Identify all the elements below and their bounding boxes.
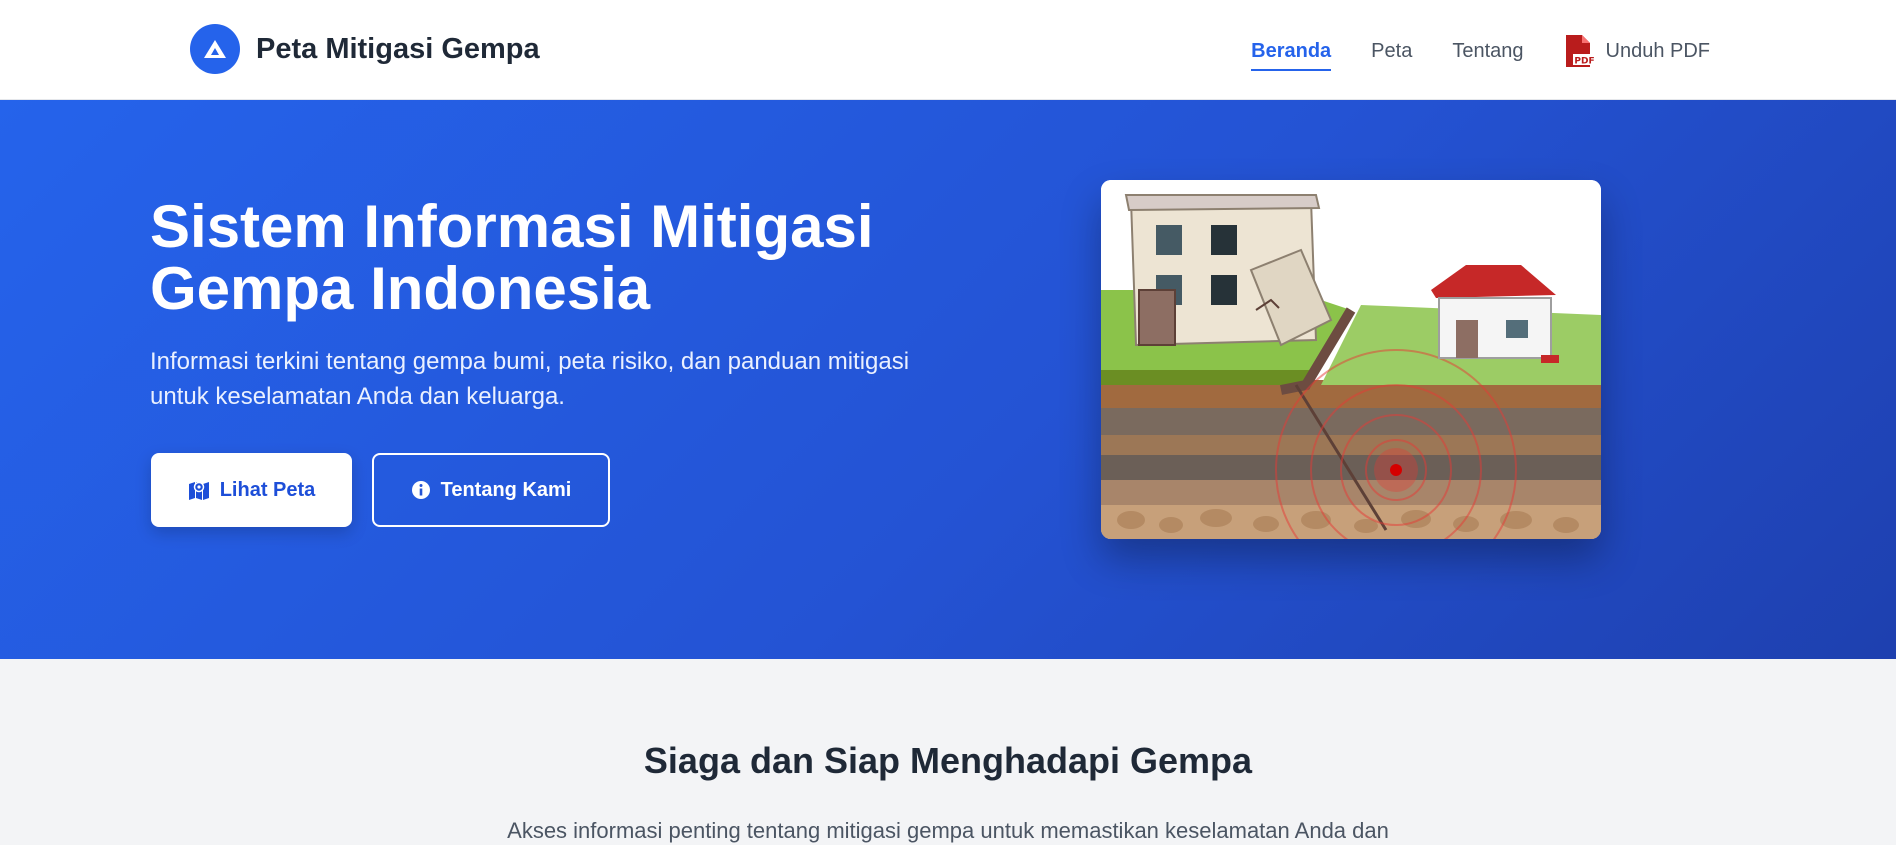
pdf-badge-text: PDF <box>1574 57 1594 67</box>
download-pdf-link[interactable]: PDF Unduh PDF <box>1564 34 1711 76</box>
section-subtitle: Akses informasi penting tentang mitigasi… <box>507 818 1389 843</box>
hero-section: Sistem Informasi Mitigasi Gempa Indonesi… <box>0 100 1896 659</box>
view-map-label: Lihat Peta <box>219 478 316 501</box>
navbar: Peta Mitigasi Gempa Beranda Peta Tentang… <box>0 0 1896 100</box>
about-us-label: Tentang Kami <box>440 478 572 501</box>
about-us-button[interactable]: Tentang Kami <box>372 453 610 527</box>
nav-tentang[interactable]: Tentang <box>1452 40 1523 71</box>
mountain-icon <box>190 24 240 74</box>
hero-subtitle: Informasi terkini tentang gempa bumi, pe… <box>150 348 910 410</box>
section-title: Siaga dan Siap Menghadapi Gempa <box>643 740 1253 781</box>
nav-beranda[interactable]: Beranda <box>1251 40 1332 71</box>
main-nav: Beranda Peta Tentang PDF Unduh PDF <box>1251 34 1710 76</box>
earthquake-illustration <box>1101 180 1601 539</box>
info-circle-icon <box>411 481 430 499</box>
brand-title: Peta Mitigasi Gempa <box>256 32 540 65</box>
brand[interactable]: Peta Mitigasi Gempa <box>190 24 540 74</box>
view-map-button[interactable]: Lihat Peta <box>151 453 352 527</box>
nav-peta[interactable]: Peta <box>1371 40 1412 71</box>
map-icon <box>188 481 209 500</box>
download-pdf-label: Unduh PDF <box>1605 39 1711 62</box>
hero-title: Sistem Informasi Mitigasi Gempa Indonesi… <box>150 193 874 322</box>
pdf-file-icon: PDF <box>1565 35 1596 67</box>
